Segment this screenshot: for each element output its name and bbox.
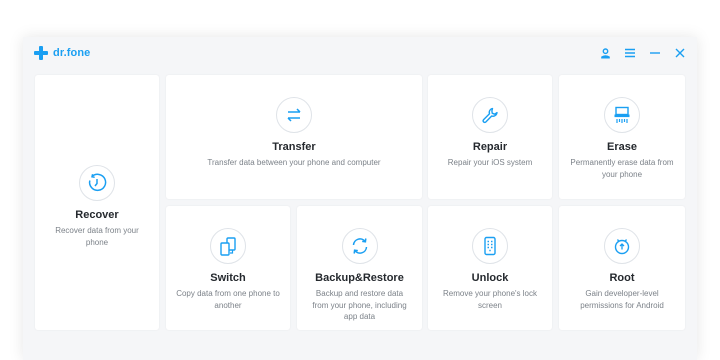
- unlock-title: Unlock: [471, 272, 509, 284]
- transfer-icon: [276, 97, 312, 133]
- transfer-desc: Transfer data between your phone and com…: [207, 158, 381, 167]
- transfer-title: Transfer: [272, 141, 316, 153]
- recover-title: Recover: [75, 209, 119, 221]
- plus-logo-icon: [34, 46, 48, 60]
- erase-card[interactable]: Erase Permanently erase data from your p…: [559, 75, 685, 199]
- recover-icon: [79, 165, 115, 201]
- repair-desc: Repair your iOS system: [447, 158, 533, 167]
- root-title: Root: [609, 272, 635, 284]
- repair-icon: [472, 97, 508, 133]
- repair-card[interactable]: Repair Repair your iOS system: [428, 75, 552, 199]
- backup-restore-card[interactable]: Backup&Restore Backup and restore data f…: [297, 206, 422, 330]
- dr-fone-window: dr.fone Recover Recover data from your p…: [23, 37, 697, 360]
- menu-icon[interactable]: [623, 46, 637, 60]
- backup-restore-title: Backup&Restore: [315, 272, 404, 284]
- window-controls: [598, 43, 687, 63]
- transfer-card[interactable]: Transfer Transfer data between your phon…: [166, 75, 422, 199]
- unlock-icon: [472, 228, 508, 264]
- switch-icon: [210, 228, 246, 264]
- repair-title: Repair: [472, 141, 508, 153]
- close-icon[interactable]: [673, 46, 687, 60]
- root-desc: Gain developer-level permissions for And…: [580, 289, 664, 310]
- switch-title: Switch: [210, 272, 246, 284]
- erase-icon: [604, 97, 640, 133]
- account-icon[interactable]: [598, 46, 612, 60]
- switch-card[interactable]: Switch Copy data from one phone to anoth…: [166, 206, 290, 330]
- erase-title: Erase: [607, 141, 637, 153]
- root-card[interactable]: Root Gain developer-level permissions fo…: [559, 206, 685, 330]
- unlock-desc: Remove your phone's lock screen: [442, 289, 538, 310]
- recover-desc: Recover data from your phone: [55, 226, 139, 247]
- recover-card[interactable]: Recover Recover data from your phone: [35, 75, 159, 330]
- title-bar: dr.fone: [23, 37, 697, 69]
- switch-desc: Copy data from one phone to another: [176, 289, 280, 310]
- minimize-icon[interactable]: [648, 46, 662, 60]
- app-name: dr.fone: [53, 47, 91, 59]
- app-logo: dr.fone: [34, 44, 90, 62]
- root-icon: [604, 228, 640, 264]
- backup-icon: [341, 228, 378, 264]
- erase-desc: Permanently erase data from your phone: [570, 158, 674, 179]
- backup-restore-desc: Backup and restore data from your phone,…: [312, 289, 407, 321]
- unlock-card[interactable]: Unlock Remove your phone's lock screen: [428, 206, 552, 330]
